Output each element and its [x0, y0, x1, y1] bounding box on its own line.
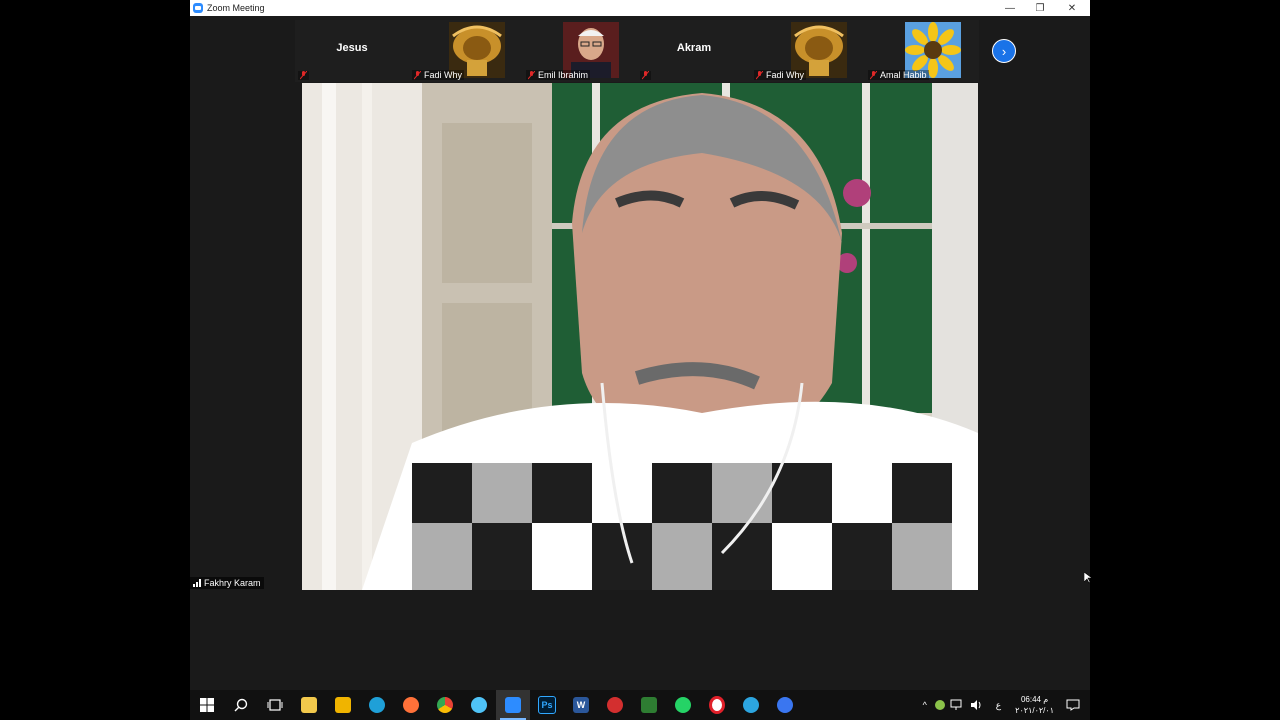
mic-muted-icon [300, 71, 307, 80]
next-page-button[interactable]: › [992, 39, 1016, 63]
clock-date: ٢٠٢١/٠٢/٠١ [1015, 706, 1054, 715]
photoshop-icon: Ps [538, 696, 556, 714]
participant-tile[interactable]: Jesus [295, 20, 409, 82]
zoom-window: Zoom Meeting — ❐ ✕ Jesus Fadi Why Emil I… [190, 0, 1090, 690]
active-speaker-label: Fakhry Karam [190, 577, 264, 589]
edge-icon [369, 697, 385, 713]
mic-muted-icon [528, 70, 535, 79]
chat-icon [777, 697, 793, 713]
participant-label: Emil Ibrahim [526, 70, 591, 80]
participant-name: Akram [676, 42, 712, 54]
start-button[interactable] [190, 690, 224, 720]
participant-tile[interactable]: Akram [637, 20, 751, 82]
participant-label: Fadi Why [754, 70, 807, 80]
app-icon [607, 697, 623, 713]
participant-tile[interactable]: Fadi Why [409, 20, 523, 82]
chevron-right-icon: › [1001, 43, 1007, 59]
mic-muted-icon [870, 70, 877, 79]
store-icon [335, 697, 351, 713]
taskbar-app-telegram[interactable] [734, 690, 768, 720]
participant-name: Emil Ibrahim [538, 70, 589, 80]
close-button[interactable]: ✕ [1056, 0, 1088, 16]
signal-icon [193, 579, 201, 587]
restore-button[interactable]: ❐ [1024, 0, 1056, 16]
speaker-name: Fakhry Karam [204, 578, 261, 588]
taskbar-app-file-explorer[interactable] [292, 690, 326, 720]
taskbar-app-remote[interactable] [598, 690, 632, 720]
clock-time: 06:44 م [1020, 695, 1049, 704]
whatsapp-icon [675, 697, 691, 713]
participant-tile[interactable]: Emil Ibrahim [523, 20, 637, 82]
zoom-icon [505, 697, 521, 713]
input-language-indicator[interactable]: ع [996, 700, 1001, 711]
participant-label [298, 71, 309, 80]
search-button[interactable] [224, 690, 258, 720]
window-title: Zoom Meeting [207, 3, 265, 13]
search-icon [234, 698, 248, 712]
word-icon: W [573, 697, 589, 713]
firefox-icon [403, 697, 419, 713]
task-view-icon [267, 699, 283, 711]
mouse-cursor-icon [1084, 572, 1092, 584]
taskbar-app-photoshop[interactable]: Ps [530, 690, 564, 720]
taskbar: Ps W ^ ع 06:44 م ٢٠٢١/٠٢/٠١ [190, 690, 1090, 720]
taskbar-app-network[interactable] [462, 690, 496, 720]
code-icon [641, 697, 657, 713]
participant-name: Jesus [336, 42, 368, 54]
system-tray: ^ ع 06:44 م ٢٠٢١/٠٢/٠١ [918, 690, 1090, 720]
participant-label [640, 71, 651, 80]
taskbar-app-opera[interactable] [700, 690, 734, 720]
folder-icon [301, 697, 317, 713]
zoom-app-icon [193, 3, 203, 13]
taskbar-app-zoom[interactable] [496, 690, 530, 720]
taskbar-app-edge[interactable] [360, 690, 394, 720]
participant-name: Amal Habib [880, 70, 927, 80]
taskbar-app-chrome[interactable] [428, 690, 462, 720]
mic-muted-icon [756, 70, 763, 79]
chevron-up-icon[interactable]: ^ [923, 700, 927, 710]
chrome-icon [437, 697, 453, 713]
task-view-button[interactable] [258, 690, 292, 720]
network-icon[interactable] [950, 699, 964, 711]
speaker-video-frame [302, 83, 978, 590]
active-speaker-video [302, 83, 978, 590]
notifications-icon[interactable] [1066, 699, 1080, 711]
taskbar-app-word[interactable]: W [564, 690, 598, 720]
participant-label: Fadi Why [412, 70, 465, 80]
taskbar-app-store[interactable] [326, 690, 360, 720]
minimize-button[interactable]: — [994, 0, 1026, 16]
clock[interactable]: 06:44 م ٢٠٢١/٠٢/٠١ [1015, 694, 1054, 716]
volume-icon[interactable] [970, 699, 984, 711]
title-bar: Zoom Meeting — ❐ ✕ [190, 0, 1090, 16]
tray-app-icon[interactable] [934, 700, 945, 710]
participant-name: Fadi Why [424, 70, 463, 80]
taskbar-app-firefox[interactable] [394, 690, 428, 720]
participant-tile[interactable]: Amal Habib [865, 20, 979, 82]
mic-muted-icon [642, 71, 649, 80]
participant-tile[interactable]: Fadi Why [751, 20, 865, 82]
participant-label: Amal Habib [868, 70, 929, 80]
mic-muted-icon [414, 70, 421, 79]
windows-logo-icon [200, 698, 214, 712]
participant-name: Fadi Why [766, 70, 805, 80]
taskbar-app-signal[interactable] [768, 690, 802, 720]
globe-icon [471, 697, 487, 713]
gallery-strip: Jesus Fadi Why Emil Ibrahim Akram Fadi W… [295, 20, 980, 82]
opera-icon [709, 696, 725, 714]
taskbar-app-dev[interactable] [632, 690, 666, 720]
telegram-icon [743, 697, 759, 713]
taskbar-app-whatsapp[interactable] [666, 690, 700, 720]
